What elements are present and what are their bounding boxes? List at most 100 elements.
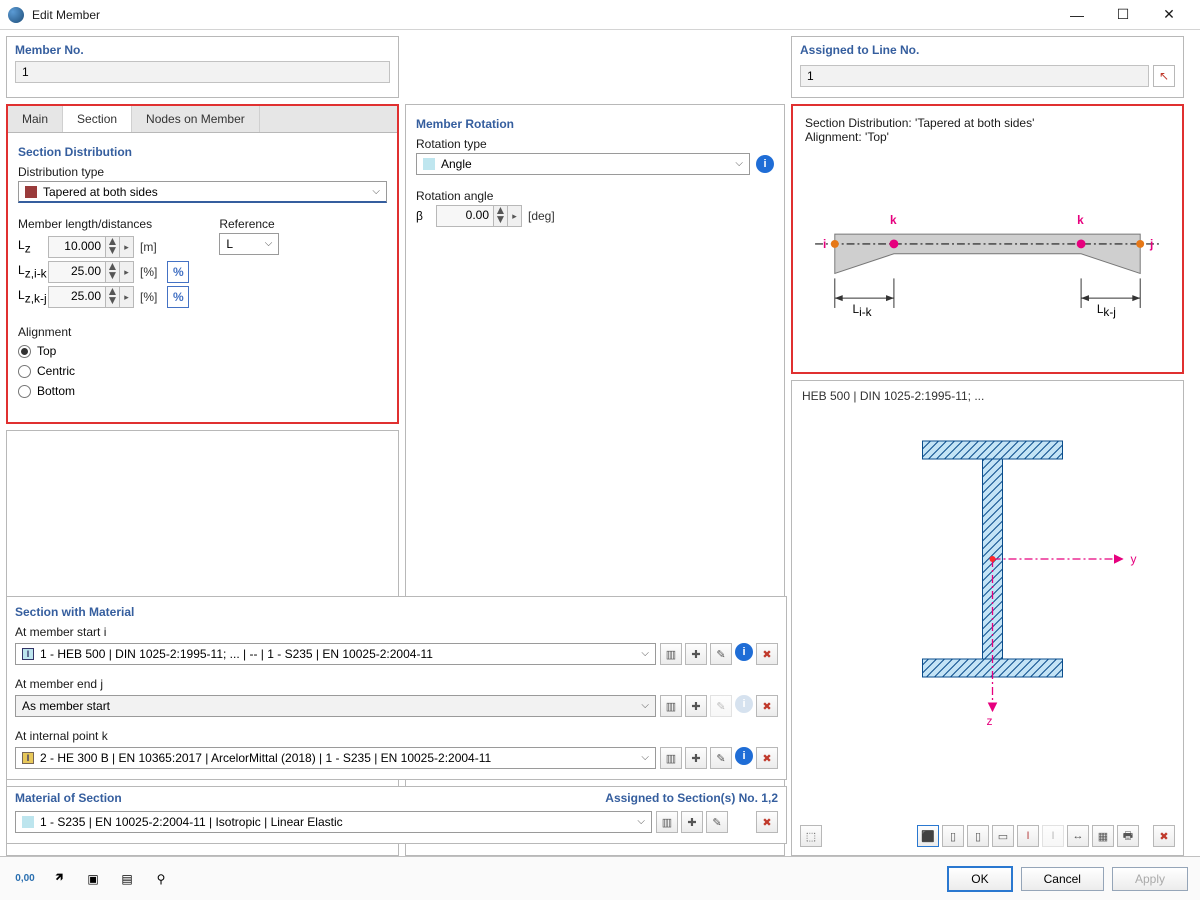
- library-button[interactable]: ▥: [656, 811, 678, 833]
- rotation-angle-symbol: β: [416, 209, 436, 223]
- edit-button[interactable]: ✎: [710, 643, 732, 665]
- library-button[interactable]: ▥: [660, 643, 682, 665]
- section-settings-panel: Main Section Nodes on Member Section Dis…: [6, 104, 399, 424]
- view-iso-button[interactable]: ⬛: [917, 825, 939, 847]
- new-button[interactable]: ✚: [685, 643, 707, 665]
- new-button[interactable]: ✚: [685, 695, 707, 717]
- tab-main[interactable]: Main: [8, 106, 63, 132]
- minimize-button[interactable]: —: [1054, 0, 1100, 30]
- info-icon: i: [735, 695, 753, 713]
- alignment-top-radio[interactable]: Top: [18, 341, 387, 361]
- alignment-bottom-radio[interactable]: Bottom: [18, 381, 387, 401]
- diagram-j-label: j: [1149, 237, 1153, 251]
- app-icon: [8, 7, 24, 23]
- edit-button[interactable]: ✎: [710, 747, 732, 769]
- k-section-label: At internal point k: [15, 727, 778, 745]
- pick-line-button[interactable]: ↖: [1153, 65, 1175, 87]
- rotation-angle-input[interactable]: 0.00 ▲▼ ▸: [436, 205, 522, 227]
- lz-input[interactable]: 10.000 ▲▼ ▸: [48, 236, 134, 258]
- align-bottom-text: Bottom: [37, 384, 75, 398]
- view-side-button[interactable]: ▯: [967, 825, 989, 847]
- end-section-label: At member end j: [15, 675, 778, 693]
- diagram-i-label: i: [823, 237, 826, 251]
- length-symbol-lz: Lz: [18, 238, 48, 255]
- alignment-centric-radio[interactable]: Centric: [18, 361, 387, 381]
- section-distribution-header: Section Distribution: [18, 141, 387, 163]
- material-select[interactable]: 1 - S235 | EN 10025-2:2004-11 | Isotropi…: [15, 811, 652, 833]
- assigned-line-value: 1: [807, 69, 814, 83]
- tool-icon-5[interactable]: ⚲: [148, 866, 174, 892]
- reference-select[interactable]: L ⌵: [219, 233, 279, 255]
- member-no-input[interactable]: 1: [15, 61, 390, 83]
- chevron-down-icon: ⌵: [641, 700, 649, 711]
- delete-button[interactable]: ✖: [756, 811, 778, 833]
- info-icon[interactable]: i: [735, 643, 753, 661]
- grid-toggle-button[interactable]: ▦: [1092, 825, 1114, 847]
- apply-button: Apply: [1112, 867, 1188, 891]
- dimension-toggle-button[interactable]: ↔: [1067, 825, 1089, 847]
- close-button[interactable]: ✕: [1146, 0, 1192, 30]
- library-button[interactable]: ▥: [660, 747, 682, 769]
- view-top-button[interactable]: ▭: [992, 825, 1014, 847]
- ibeam-icon[interactable]: I: [1017, 825, 1039, 847]
- percent-button-kj[interactable]: %: [167, 286, 189, 308]
- footer-bar: 0,00 🡽 ▣ ▤ ⚲ OK Cancel Apply: [0, 856, 1200, 900]
- rotation-header: Member Rotation: [416, 113, 774, 135]
- dist-type-swatch-icon: [25, 186, 37, 198]
- rotation-type-label: Rotation type: [416, 135, 774, 153]
- tool-icon-3[interactable]: ▣: [80, 866, 106, 892]
- tool-icon-4[interactable]: ▤: [114, 866, 140, 892]
- reference-value: L: [226, 237, 233, 251]
- member-no-label: Member No.: [7, 37, 398, 61]
- start-section-select[interactable]: I 1 - HEB 500 | DIN 1025-2:1995-11; ... …: [15, 643, 656, 665]
- rotation-type-value: Angle: [441, 157, 472, 171]
- material-value: 1 - S235 | EN 10025-2:2004-11 | Isotropi…: [40, 815, 343, 829]
- diagram-y-axis: y: [1131, 552, 1137, 566]
- diagram-lkj: Lk-j: [1097, 302, 1116, 319]
- material-swatch-icon: [22, 816, 34, 828]
- ok-button[interactable]: OK: [947, 866, 1012, 892]
- new-button[interactable]: ✚: [685, 747, 707, 769]
- assigned-line-input[interactable]: 1: [800, 65, 1149, 87]
- print-button[interactable]: 🖶: [1117, 825, 1139, 847]
- tab-nodes-on-member[interactable]: Nodes on Member: [132, 106, 260, 132]
- alignment-label: Alignment: [18, 323, 387, 341]
- material-assigned-label: Assigned to Section(s) No. 1,2: [605, 791, 778, 805]
- preview-caption: Section Distribution: 'Tapered at both s…: [805, 116, 1034, 144]
- lzkj-input[interactable]: 25.00 ▲▼ ▸: [48, 286, 134, 308]
- delete-button[interactable]: ✖: [756, 695, 778, 717]
- units-tool-icon[interactable]: 0,00: [12, 866, 38, 892]
- length-symbol-lzkj: Lz,k-j: [18, 288, 48, 305]
- tab-section[interactable]: Section: [63, 106, 132, 132]
- dist-type-select[interactable]: Tapered at both sides ⌵: [18, 181, 387, 203]
- chevron-down-icon: ⌵: [641, 648, 649, 659]
- new-button[interactable]: ✚: [681, 811, 703, 833]
- chevron-down-icon: ⌵: [372, 186, 380, 197]
- k-section-value: 2 - HE 300 B | EN 10365:2017 | ArcelorMi…: [40, 751, 491, 765]
- dist-type-value: Tapered at both sides: [43, 185, 158, 199]
- ibeam-swatch-icon: I: [22, 648, 34, 660]
- reset-view-button[interactable]: ✖: [1153, 825, 1175, 847]
- lzik-input[interactable]: 25.00 ▲▼ ▸: [48, 261, 134, 283]
- library-button[interactable]: ▥: [660, 695, 682, 717]
- k-section-select[interactable]: I 2 - HE 300 B | EN 10365:2017 | Arcelor…: [15, 747, 656, 769]
- cancel-button[interactable]: Cancel: [1021, 867, 1104, 891]
- preview-tool-1[interactable]: ⬚: [800, 825, 822, 847]
- info-icon[interactable]: i: [735, 747, 753, 765]
- end-section-select[interactable]: As member start ⌵: [15, 695, 656, 717]
- length-symbol-lzik: Lz,i-k: [18, 263, 48, 280]
- end-section-value: As member start: [22, 699, 110, 713]
- view-front-button[interactable]: ▯: [942, 825, 964, 847]
- member-no-panel: Member No. 1: [6, 36, 399, 98]
- lzkj-unit: [%]: [140, 290, 157, 304]
- info-icon[interactable]: i: [756, 155, 774, 173]
- rotation-swatch-icon: [423, 158, 435, 170]
- percent-button-ik[interactable]: %: [167, 261, 189, 283]
- start-section-value: 1 - HEB 500 | DIN 1025-2:1995-11; ... | …: [40, 647, 433, 661]
- delete-button[interactable]: ✖: [756, 747, 778, 769]
- delete-button[interactable]: ✖: [756, 643, 778, 665]
- maximize-button[interactable]: ☐: [1100, 0, 1146, 30]
- tool-icon-2[interactable]: 🡽: [46, 866, 72, 892]
- edit-button[interactable]: ✎: [706, 811, 728, 833]
- rotation-type-select[interactable]: Angle ⌵: [416, 153, 750, 175]
